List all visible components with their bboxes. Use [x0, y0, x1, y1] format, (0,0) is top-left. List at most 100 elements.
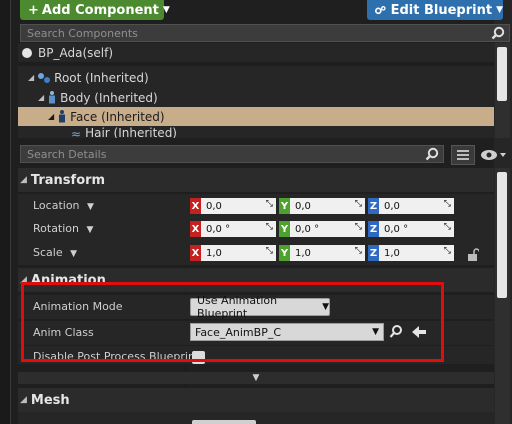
rotation-row: Rotation ▼ X 0,0 ° ⤡ Y 0,0 ° ⤡ Z 0,0 ° ⤡ [18, 217, 494, 241]
search-components-input[interactable]: Search Components [20, 24, 510, 42]
tree-item-body[interactable]: ◢ Body (Inherited) [18, 88, 494, 107]
rotation-label-text: Rotation [33, 222, 80, 235]
expanded-arrow-icon: ◢ [48, 112, 55, 121]
expanded-arrow-icon: ◢ [20, 175, 27, 185]
disable-post-process-checkbox[interactable] [192, 351, 205, 364]
location-label[interactable]: Location ▼ [33, 199, 94, 212]
advanced-expand-toggle[interactable]: ▼ [18, 372, 494, 384]
tree-item-face[interactable]: ◢ Face (Inherited) [18, 107, 494, 126]
scale-row: Scale ▼ X 1,0 ⤡ Y 1,0 ⤡ Z 1,0 ⤡ [18, 241, 494, 265]
scale-z-value: 1,0 [384, 247, 400, 259]
drag-arrows-icon: ⤡ [265, 246, 273, 256]
expanded-arrow-icon: ◢ [20, 275, 27, 285]
animation-mode-dropdown[interactable]: Use Animation Blueprint ▼ [190, 294, 330, 320]
mesh-asset-field[interactable] [192, 420, 256, 424]
scale-label-text: Scale [33, 246, 63, 259]
scale-y-field[interactable]: Y 1,0 ⤡ [279, 245, 365, 261]
tree-item-label: Face (Inherited) [70, 109, 165, 124]
search-details-placeholder: Search Details [27, 147, 107, 161]
edit-blueprint-label: Edit Blueprint [390, 2, 493, 18]
details-scroll-thumb[interactable] [497, 172, 507, 298]
rotation-x-field[interactable]: X 0,0 ° ⤡ [190, 221, 276, 237]
tree-item-root[interactable]: ◢ Root (Inherited) [18, 68, 494, 87]
location-row: Location ▼ X 0,0 ⤡ Y 0,0 ⤡ Z 0,0 ⤡ [18, 194, 494, 218]
location-z-field[interactable]: Z 0,0 ⤡ [368, 198, 454, 214]
y-axis-tag: Y [279, 245, 290, 261]
edit-blueprint-button[interactable]: Edit Blueprint ▼ [367, 0, 503, 20]
skeletal-mesh-icon [49, 91, 56, 104]
anim-class-dropdown[interactable]: Face_AnimBP_C ▼ [190, 323, 384, 341]
left-panel-edge [0, 0, 11, 424]
scale-y-value: 1,0 [295, 247, 311, 259]
location-y-field[interactable]: Y 0,0 ⤡ [279, 198, 365, 214]
self-sphere-icon [22, 47, 32, 58]
tree-item-label: Hair (Inherited) [85, 127, 177, 138]
mesh-category-header[interactable]: ◢ Mesh [18, 388, 494, 412]
use-selected-arrow-icon[interactable] [411, 325, 427, 339]
rotation-x-value: 0,0 ° [206, 223, 231, 235]
view-options-eye-icon[interactable] [478, 146, 510, 164]
location-x-field[interactable]: X 0,0 ⤡ [190, 198, 276, 214]
x-axis-tag: X [190, 245, 201, 261]
gears-icon [375, 6, 386, 15]
transform-title: Transform [30, 172, 106, 188]
chevron-down-icon: ▼ [372, 327, 379, 337]
rotation-z-field[interactable]: Z 0,0 ° ⤡ [368, 221, 454, 237]
mesh-title: Mesh [30, 392, 70, 408]
chevron-down-icon: ▼ [70, 249, 78, 259]
animation-category-header[interactable]: ◢ Animation [18, 268, 494, 292]
transform-category-header[interactable]: ◢ Transform [18, 168, 494, 192]
expanded-arrow-icon: ◢ [38, 93, 45, 102]
add-component-button[interactable]: + Add Component ▼ [20, 0, 170, 20]
y-axis-tag: Y [279, 221, 290, 237]
rotation-label[interactable]: Rotation ▼ [33, 222, 93, 235]
drag-arrows-icon: ⤡ [443, 246, 451, 256]
mesh-row [18, 412, 494, 424]
tree-item-label: Body (Inherited) [60, 90, 158, 105]
scale-label[interactable]: Scale ▼ [33, 246, 77, 259]
animation-mode-value: Use Animation Blueprint [197, 294, 278, 320]
search-components-placeholder: Search Components [27, 26, 138, 40]
tree-item-self[interactable]: BP_Ada(self) [18, 43, 494, 62]
skeletal-mesh-icon [59, 110, 66, 123]
unlock-icon[interactable] [467, 248, 479, 262]
drag-arrows-icon: ⤡ [354, 199, 362, 209]
tree-scroll-thumb[interactable] [497, 47, 507, 101]
tree-item-hair[interactable]: ≈ Hair (Inherited) [18, 127, 494, 138]
plus-icon: + [28, 2, 39, 18]
animation-mode-label: Animation Mode [33, 300, 123, 313]
rotation-y-field[interactable]: Y 0,0 ° ⤡ [279, 221, 365, 237]
scale-z-field[interactable]: Z 1,0 ⤡ [368, 245, 454, 261]
x-axis-tag: X [190, 198, 201, 214]
chevron-down-icon: ▼ [86, 225, 94, 235]
x-axis-tag: X [190, 221, 201, 237]
component-tree: BP_Ada(self) ◢ Root (Inherited) ◢ Body (… [18, 43, 494, 138]
y-axis-tag: Y [279, 198, 290, 214]
details-scrollbar[interactable] [495, 168, 510, 424]
chevron-down-icon: ▼ [322, 302, 329, 312]
location-x-value: 0,0 [206, 200, 222, 212]
scene-component-icon [38, 72, 51, 83]
post-process-label: Disable Post Process Blueprint [33, 350, 200, 363]
search-icon[interactable] [425, 147, 439, 161]
tree-scrollbar[interactable] [495, 43, 510, 138]
drag-arrows-icon: ⤡ [443, 222, 451, 232]
scale-x-field[interactable]: X 1,0 ⤡ [190, 245, 276, 261]
chevron-down-icon: ▼ [496, 5, 503, 15]
z-axis-tag: Z [368, 198, 379, 214]
location-label-text: Location [33, 199, 80, 212]
anim-class-value: Face_AnimBP_C [195, 325, 282, 339]
chevron-down-icon: ▼ [252, 373, 260, 383]
property-matrix-icon[interactable] [451, 145, 475, 165]
chevron-down-icon: ▼ [87, 202, 94, 212]
scale-x-value: 1,0 [206, 247, 222, 259]
groom-icon: ≈ [71, 127, 82, 138]
tree-separator [18, 62, 494, 66]
drag-arrows-icon: ⤡ [265, 199, 273, 209]
tree-item-label: Root (Inherited) [54, 70, 149, 85]
drag-arrows-icon: ⤡ [354, 222, 362, 232]
search-icon[interactable] [491, 26, 505, 40]
expanded-arrow-icon: ◢ [20, 395, 27, 405]
search-details-input[interactable]: Search Details [20, 145, 444, 163]
browse-search-icon[interactable] [389, 324, 403, 340]
